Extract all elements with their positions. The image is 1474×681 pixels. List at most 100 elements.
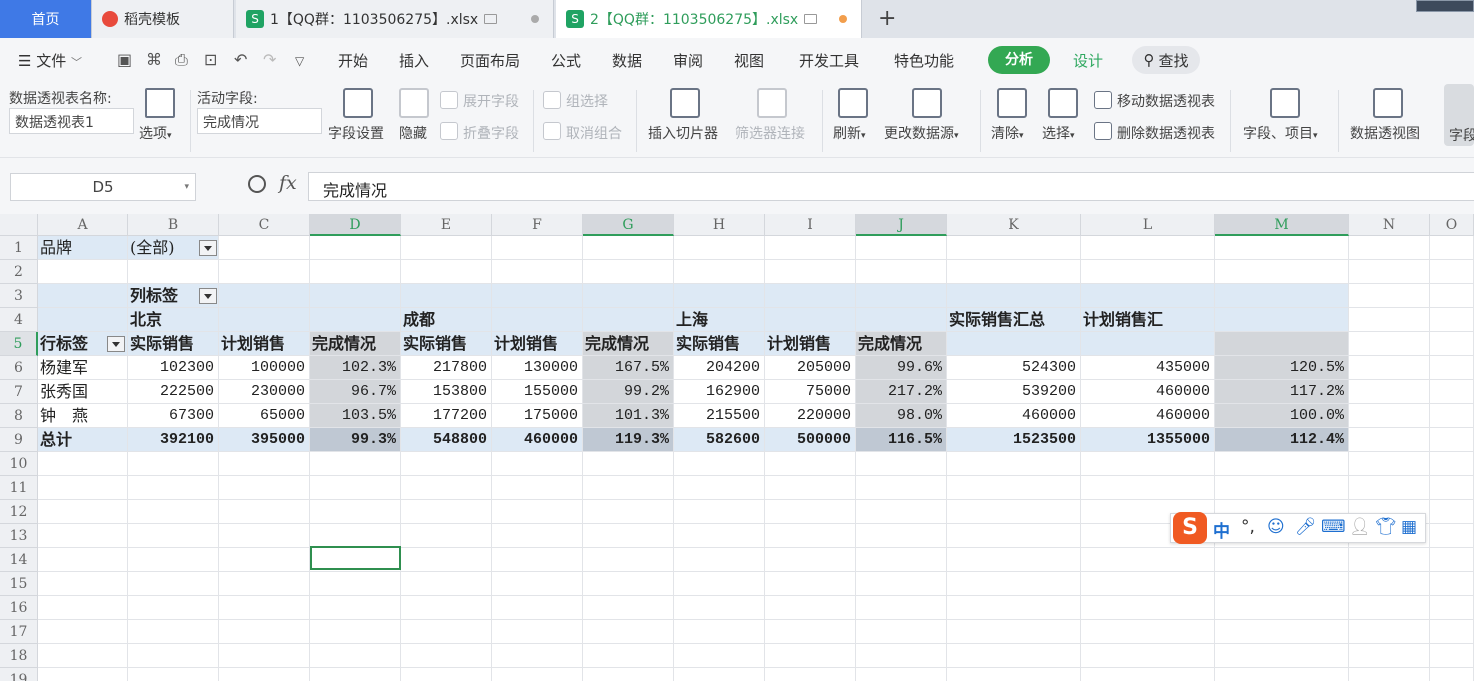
- ime-punctuation[interactable]: °,: [1241, 517, 1255, 537]
- pivot-value[interactable]: 130000: [494, 356, 581, 380]
- function-icon[interactable]: fx: [279, 172, 297, 194]
- pivot-value[interactable]: 103.5%: [312, 404, 399, 428]
- hide-icon[interactable]: [399, 88, 429, 118]
- find-button[interactable]: ⚲ 查找: [1132, 46, 1200, 74]
- column-header-L[interactable]: L: [1081, 214, 1215, 236]
- pivot-value[interactable]: 67300: [130, 404, 217, 428]
- pivot-value[interactable]: 65000: [221, 404, 308, 428]
- ime-toolbar[interactable]: S 中 °, ☺ 🎤︎ ⌨ 👤︎ 👕︎ ▦: [1170, 512, 1426, 544]
- column-header-A[interactable]: A: [38, 214, 128, 236]
- undo-icon[interactable]: ↶: [234, 50, 247, 69]
- collapse-field-button[interactable]: 折叠字段: [463, 123, 519, 143]
- pivot-total-value[interactable]: 119.3%: [585, 428, 672, 452]
- slicer-icon[interactable]: [670, 88, 700, 118]
- delete-pivot-button[interactable]: 删除数据透视表: [1117, 123, 1215, 143]
- tab-home[interactable]: 首页: [0, 0, 92, 38]
- select-icon[interactable]: [1048, 88, 1078, 118]
- salesperson-name[interactable]: 张秀国: [40, 380, 126, 404]
- pivot-value[interactable]: 460000: [1083, 380, 1213, 404]
- pivot-chart-icon[interactable]: [1373, 88, 1403, 118]
- pivot-value[interactable]: 75000: [767, 380, 854, 404]
- pivot-value[interactable]: 99.6%: [858, 356, 945, 380]
- row-header-8[interactable]: 8: [0, 404, 38, 428]
- field-settings-icon[interactable]: [343, 88, 373, 118]
- total-plan-header[interactable]: 计划销售汇: [1083, 308, 1213, 332]
- pivot-value[interactable]: 230000: [221, 380, 308, 404]
- window-controls[interactable]: [1416, 0, 1474, 12]
- pivot-value[interactable]: 96.7%: [312, 380, 399, 404]
- column-header-J[interactable]: J: [856, 214, 947, 236]
- filter-dropdown-icon[interactable]: [199, 240, 217, 256]
- pivot-value[interactable]: 175000: [494, 404, 581, 428]
- name-box[interactable]: D5 ▾: [10, 173, 196, 201]
- row-header-15[interactable]: 15: [0, 572, 38, 596]
- menu-data[interactable]: 数据: [612, 50, 642, 71]
- save-icon[interactable]: ▣: [117, 50, 132, 69]
- options-icon[interactable]: [145, 88, 175, 118]
- pivot-value[interactable]: 220000: [767, 404, 854, 428]
- row-header-1[interactable]: 1: [0, 236, 38, 260]
- customize-toolbar-icon[interactable]: ▽: [295, 54, 304, 68]
- insert-slicer-button[interactable]: 插入切片器: [648, 123, 718, 143]
- total-actual-header[interactable]: 实际销售汇总: [949, 308, 1079, 332]
- pivot-value[interactable]: 204200: [676, 356, 763, 380]
- redo-icon[interactable]: ↷: [263, 50, 276, 69]
- grand-total-label[interactable]: 总计: [40, 428, 126, 452]
- row-header-4[interactable]: 4: [0, 308, 38, 332]
- pivot-value[interactable]: 120.5%: [1217, 356, 1347, 380]
- pivot-value[interactable]: 162900: [676, 380, 763, 404]
- keyboard-icon[interactable]: ⌨: [1321, 517, 1346, 537]
- pivot-value[interactable]: 98.0%: [858, 404, 945, 428]
- row-header-18[interactable]: 18: [0, 644, 38, 668]
- pivot-total-value[interactable]: 1523500: [949, 428, 1079, 452]
- pivot-total-value[interactable]: 99.3%: [312, 428, 399, 452]
- pivot-chart-button[interactable]: 数据透视图: [1350, 123, 1420, 143]
- row-labels-dropdown-icon[interactable]: [107, 336, 125, 352]
- print-icon[interactable]: ⎙: [175, 50, 188, 70]
- column-header-G[interactable]: G: [583, 214, 674, 236]
- pivot-value[interactable]: 539200: [949, 380, 1079, 404]
- pivot-total-value[interactable]: 395000: [221, 428, 308, 452]
- pivot-value[interactable]: 102300: [130, 356, 217, 380]
- ungroup-button[interactable]: 取消组合: [566, 123, 622, 143]
- row-header-19[interactable]: 19: [0, 668, 38, 681]
- ime-lang-toggle[interactable]: 中: [1213, 517, 1230, 542]
- unsaved-dot[interactable]: [839, 15, 847, 23]
- row-header-9[interactable]: 9: [0, 428, 38, 452]
- pivot-total-value[interactable]: 548800: [403, 428, 490, 452]
- pivot-value[interactable]: 100.0%: [1217, 404, 1347, 428]
- sogou-logo-icon[interactable]: S: [1173, 512, 1207, 544]
- salesperson-name[interactable]: 钟 燕: [40, 404, 126, 428]
- skin-shirt-icon[interactable]: 👕︎: [1375, 517, 1397, 537]
- file-menu[interactable]: ☰ 文件 ﹀: [18, 50, 82, 71]
- row-header-12[interactable]: 12: [0, 500, 38, 524]
- measure-header[interactable]: 实际销售: [130, 332, 217, 356]
- measure-header[interactable]: 完成情况: [312, 332, 399, 356]
- menu-insert[interactable]: 插入: [399, 50, 429, 71]
- column-header-H[interactable]: H: [674, 214, 765, 236]
- pivot-total-value[interactable]: 582600: [676, 428, 763, 452]
- menu-special[interactable]: 特色功能: [894, 50, 954, 71]
- pivot-value[interactable]: 217.2%: [858, 380, 945, 404]
- menu-page-layout[interactable]: 页面布局: [460, 50, 520, 71]
- toolbox-grid-icon[interactable]: ▦: [1401, 517, 1417, 537]
- city-header[interactable]: 成都: [403, 308, 672, 332]
- pivot-value[interactable]: 167.5%: [585, 356, 672, 380]
- measure-header[interactable]: 实际销售: [676, 332, 763, 356]
- city-header[interactable]: 北京: [130, 308, 399, 332]
- menu-review[interactable]: 审阅: [673, 50, 703, 71]
- tab-workbook-2[interactable]: S 2【QQ群：1103506275】.xlsx: [556, 0, 862, 38]
- pivot-total-value[interactable]: 112.4%: [1217, 428, 1347, 452]
- fields-items-icon[interactable]: [1270, 88, 1300, 118]
- city-header[interactable]: 上海: [676, 308, 945, 332]
- hide-button[interactable]: 隐藏: [399, 123, 427, 143]
- measure-header[interactable]: 完成情况: [858, 332, 945, 356]
- pivot-value[interactable]: 102.3%: [312, 356, 399, 380]
- pivot-value[interactable]: 435000: [1083, 356, 1213, 380]
- format-painter-icon[interactable]: ⌘: [146, 50, 162, 69]
- pivot-value[interactable]: 155000: [494, 380, 581, 404]
- pivot-value[interactable]: 215500: [676, 404, 763, 428]
- column-labels-dropdown-icon[interactable]: [199, 288, 217, 304]
- pivot-value[interactable]: 460000: [1083, 404, 1213, 428]
- row-header-16[interactable]: 16: [0, 596, 38, 620]
